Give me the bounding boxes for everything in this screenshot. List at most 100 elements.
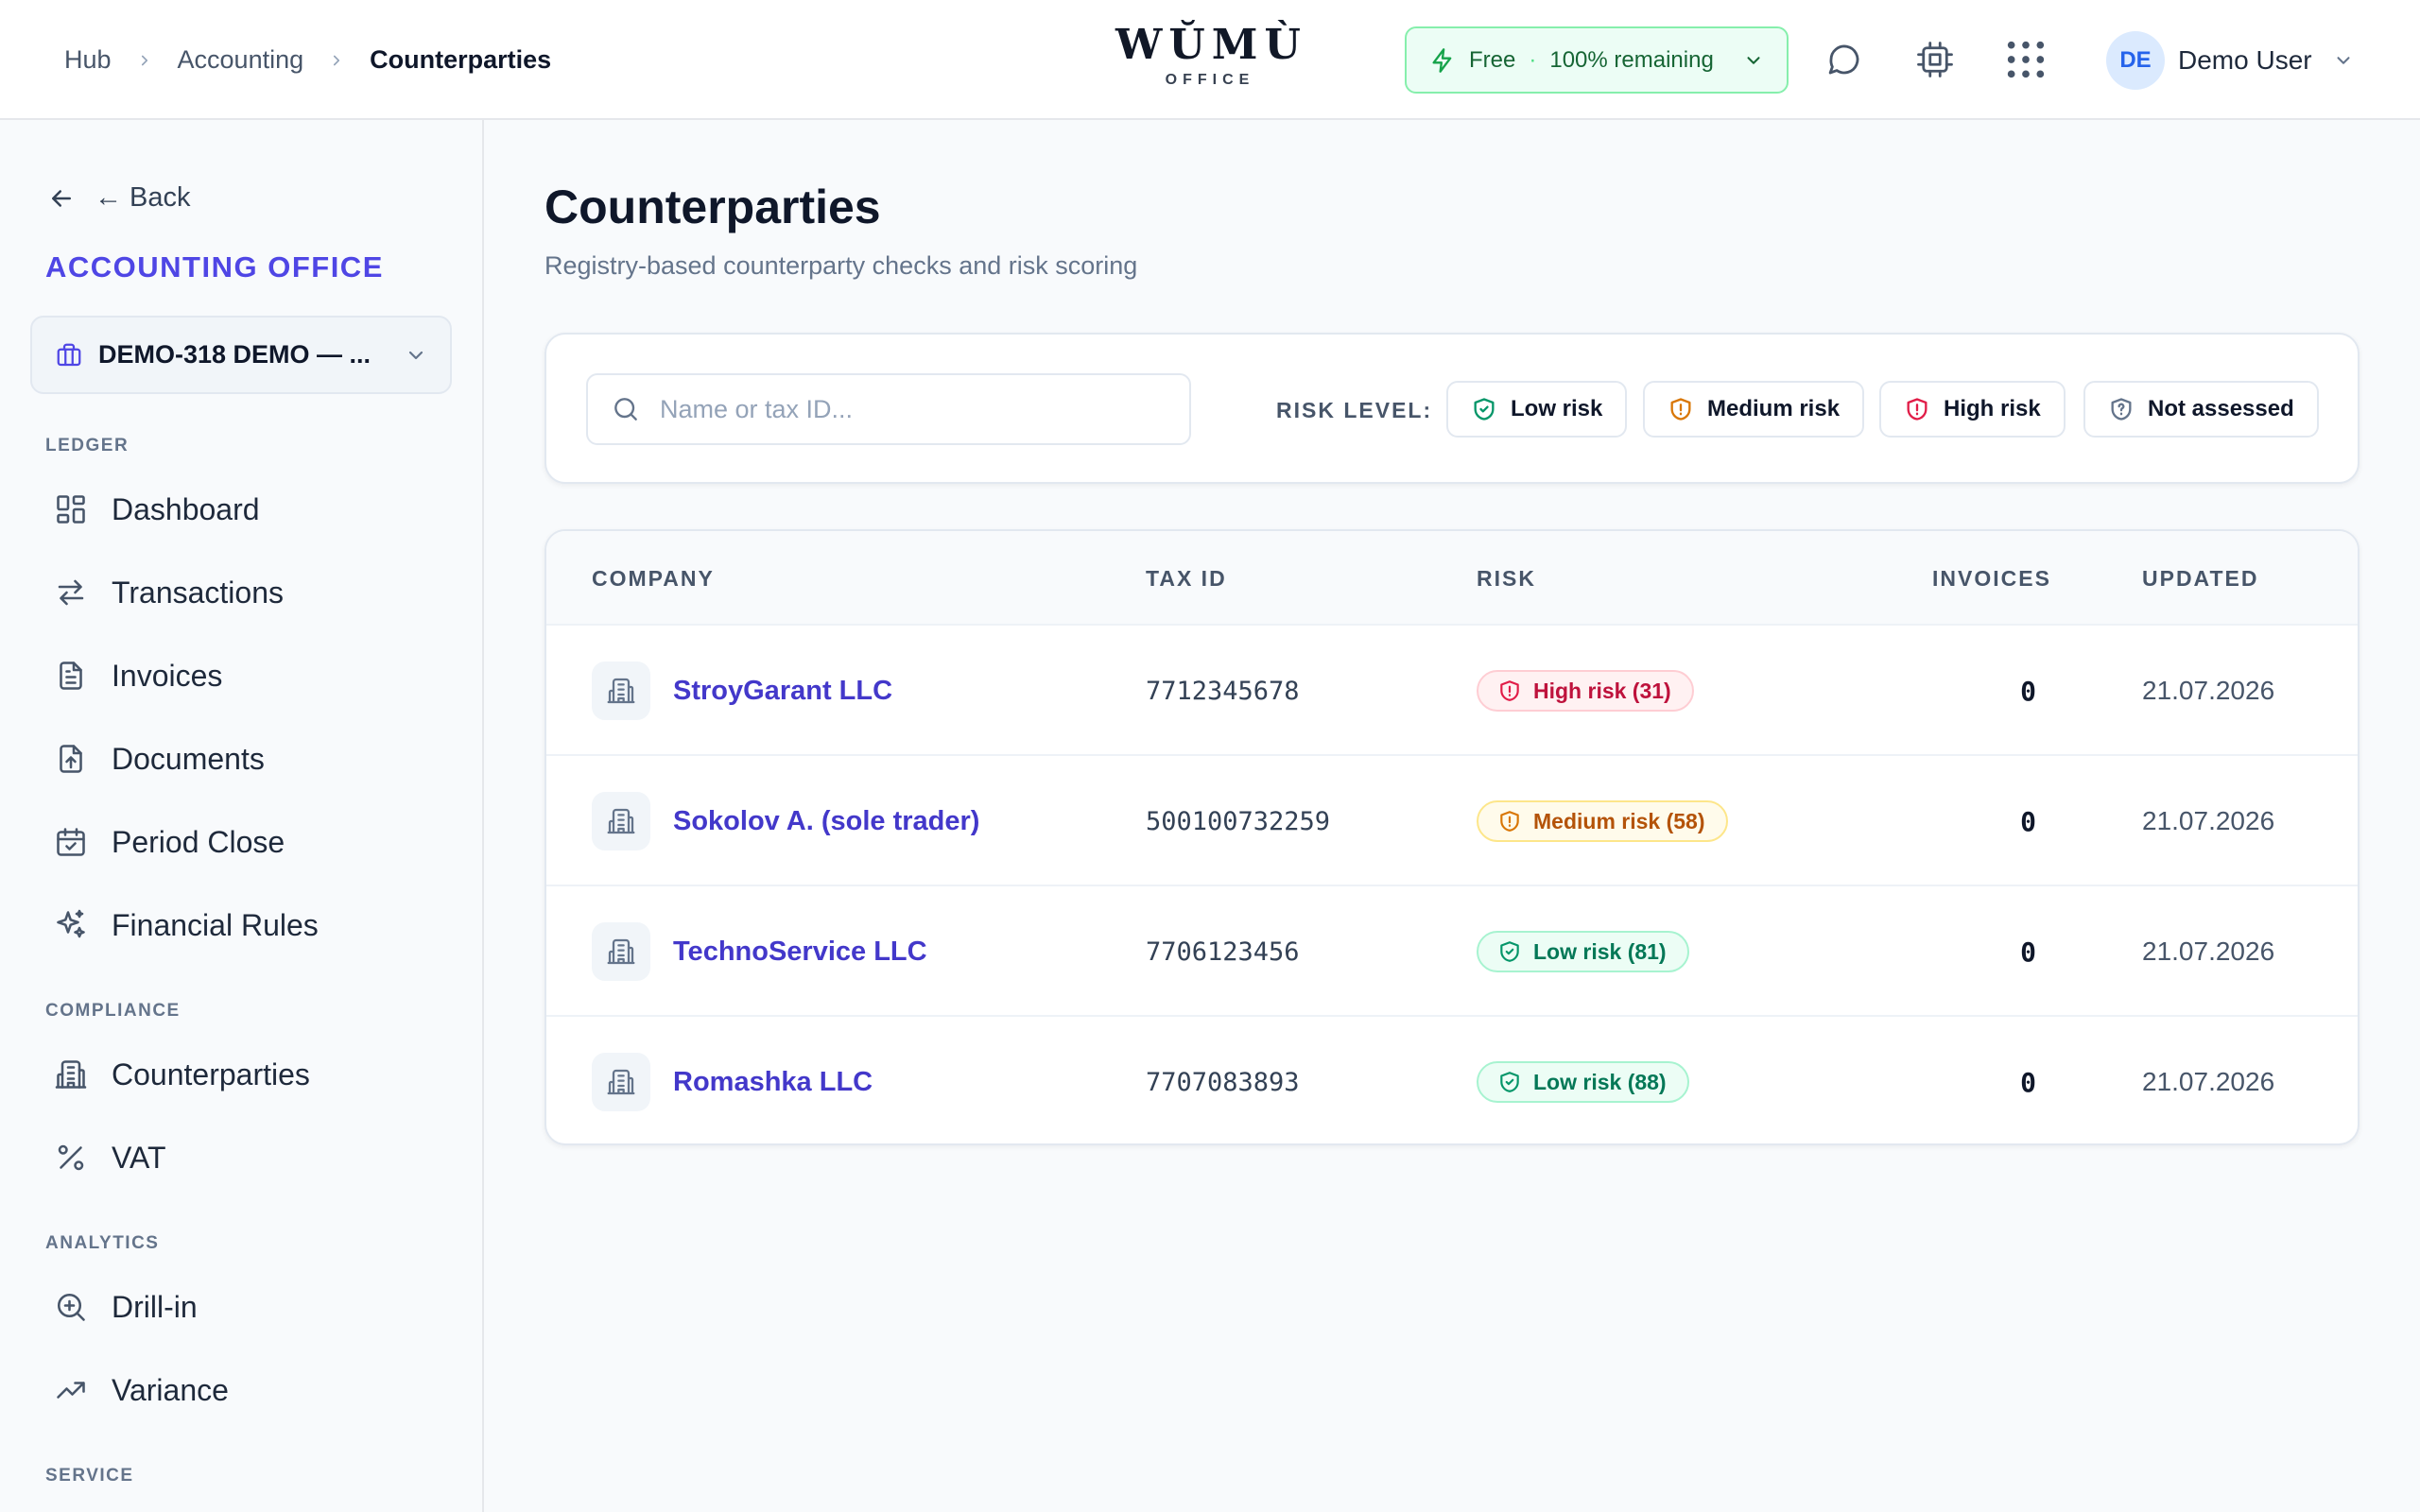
sidebar-item-vat[interactable]: VAT: [53, 1131, 165, 1184]
risk-badge-label: Low risk (81): [1533, 938, 1667, 964]
sidebar-item-label: Documents: [112, 741, 265, 776]
plan-name: Free: [1469, 46, 1516, 73]
invoice-count: 0: [2020, 805, 2036, 837]
chevron-down-icon: [1743, 50, 1764, 71]
avatar: DE: [2106, 31, 2165, 90]
sidebar-item-label: Transactions: [112, 575, 284, 610]
calendar-check-icon: [53, 824, 89, 860]
invoice-count: 0: [2020, 675, 2036, 707]
sidebar-item-label: Invoices: [112, 658, 223, 693]
filter-panel: RISK LEVEL: Low risk Medium risk High ri…: [544, 333, 2360, 484]
tax-id: 7712345678: [1146, 676, 1300, 706]
arrow-left-icon: [47, 184, 76, 213]
shield-check-icon: [1471, 396, 1497, 422]
company-link[interactable]: TechnoService LLC: [673, 936, 927, 968]
sidebar-item-counterparties[interactable]: Counterparties: [53, 1048, 310, 1101]
filter-chip-high-risk[interactable]: High risk: [1879, 381, 2066, 438]
filter-chip-low-risk[interactable]: Low risk: [1446, 381, 1628, 438]
company-link[interactable]: Sokolov A. (sole trader): [673, 806, 979, 837]
sidebar-item-label: Counterparties: [112, 1057, 310, 1091]
breadcrumb-counterparties: Counterparties: [370, 45, 552, 74]
sidebar-item-financial-rules[interactable]: Financial Rules: [53, 899, 319, 952]
sidebar-item-label: Dashboard: [112, 491, 260, 526]
column-header-tax-id[interactable]: TAX ID: [1146, 531, 1227, 626]
tax-id: 7707083893: [1146, 1067, 1300, 1097]
filter-chip-not-assessed[interactable]: Not assessed: [2083, 381, 2319, 438]
back-button[interactable]: ← Back: [47, 182, 191, 214]
sidebar-item-label: Drill-in: [112, 1289, 198, 1324]
sidebar-item-variance[interactable]: Variance: [53, 1364, 229, 1417]
tax-id: 7706123456: [1146, 936, 1300, 967]
shield-alert-icon: [1668, 396, 1694, 422]
table-row[interactable]: Romashka LLC 7707083893 Low risk (88) 0 …: [546, 1017, 2358, 1143]
lightning-icon: [1429, 47, 1456, 74]
breadcrumb-accounting[interactable]: Accounting: [178, 45, 304, 75]
sidebar: ← Back ACCOUNTING OFFICE DEMO-318 DEMO —…: [0, 120, 484, 1512]
breadcrumb-hub[interactable]: Hub: [64, 45, 112, 75]
percent-icon: [53, 1140, 89, 1176]
building-icon: [53, 1057, 89, 1092]
plan-status-button[interactable]: Free · 100% remaining: [1405, 26, 1789, 94]
section-label-service: SERVICE: [45, 1466, 134, 1486]
chat-icon[interactable]: [1823, 38, 1866, 81]
chip-label: Low risk: [1511, 396, 1603, 421]
building-icon: [592, 792, 650, 850]
table-row[interactable]: TechnoService LLC 7706123456 Low risk (8…: [546, 886, 2358, 1017]
plan-separator: ·: [1529, 46, 1537, 73]
plan-remaining: 100% remaining: [1549, 46, 1714, 73]
section-label-analytics: ANALYTICS: [45, 1233, 160, 1253]
shield-alert-icon: [1904, 396, 1930, 422]
shield-check-icon: [1500, 1072, 1519, 1092]
sidebar-item-period-close[interactable]: Period Close: [53, 816, 285, 868]
invoice-count: 0: [2020, 1066, 2036, 1098]
company-selector[interactable]: DEMO-318 DEMO — ...: [30, 316, 452, 394]
risk-badge: Low risk (88): [1477, 1061, 1689, 1103]
building-icon: [592, 662, 650, 720]
apps-grid-icon[interactable]: [2004, 38, 2048, 81]
sidebar-item-drill-in[interactable]: Drill-in: [53, 1280, 198, 1333]
risk-badge-label: Low risk (88): [1533, 1069, 1667, 1094]
table-row[interactable]: StroyGarant LLC 7712345678 High risk (31…: [546, 626, 2358, 756]
search-box[interactable]: [586, 373, 1191, 445]
app-logo[interactable]: WŬMÙ OFFICE: [1115, 21, 1305, 89]
updated-date: 21.07.2026: [2142, 676, 2275, 705]
sidebar-item-documents[interactable]: Documents: [53, 732, 265, 785]
filter-chip-medium-risk[interactable]: Medium risk: [1643, 381, 1865, 438]
table-row[interactable]: Sokolov A. (sole trader) 500100732259 Me…: [546, 756, 2358, 886]
building-icon: [592, 922, 650, 981]
sparkles-icon: [53, 907, 89, 943]
sidebar-item-dashboard[interactable]: Dashboard: [53, 483, 260, 536]
cpu-icon[interactable]: [1913, 38, 1957, 81]
risk-badge-label: High risk (31): [1533, 678, 1671, 703]
company-link[interactable]: StroyGarant LLC: [673, 676, 892, 707]
logo-mark: WŬMÙ: [1115, 21, 1307, 69]
chip-label: High risk: [1944, 396, 2041, 421]
risk-badge-label: Medium risk (58): [1533, 808, 1705, 833]
dashboard-icon: [53, 491, 89, 527]
briefcase-icon: [55, 341, 83, 369]
chevron-right-icon: [136, 52, 153, 69]
risk-level-label: RISK LEVEL:: [1276, 397, 1433, 422]
column-header-updated[interactable]: UPDATED: [2142, 531, 2258, 626]
column-header-risk[interactable]: RISK: [1477, 531, 1536, 626]
sidebar-item-label: Period Close: [112, 824, 285, 859]
shield-alert-icon: [1500, 680, 1519, 701]
risk-badge: Medium risk (58): [1477, 800, 1728, 842]
chevron-down-icon: [405, 344, 427, 367]
column-header-company[interactable]: COMPANY: [592, 531, 715, 626]
search-input[interactable]: [660, 394, 1167, 424]
tax-id: 500100732259: [1146, 806, 1331, 836]
chevron-down-icon: [2333, 50, 2354, 71]
column-header-invoices[interactable]: INVOICES: [1932, 531, 2051, 626]
chip-label: Medium risk: [1707, 396, 1841, 421]
section-label-ledger: LEDGER: [45, 436, 130, 455]
office-title: ACCOUNTING OFFICE: [45, 250, 384, 284]
user-menu[interactable]: DE Demo User: [2106, 30, 2354, 91]
logo-subtitle: OFFICE: [1165, 72, 1255, 88]
zoom-in-icon: [53, 1289, 89, 1325]
sidebar-item-transactions[interactable]: Transactions: [53, 566, 284, 619]
user-name: Demo User: [2178, 45, 2312, 75]
company-link[interactable]: Romashka LLC: [673, 1067, 873, 1098]
sidebar-item-invoices[interactable]: Invoices: [53, 649, 222, 702]
arrows-swap-icon: [53, 575, 89, 610]
